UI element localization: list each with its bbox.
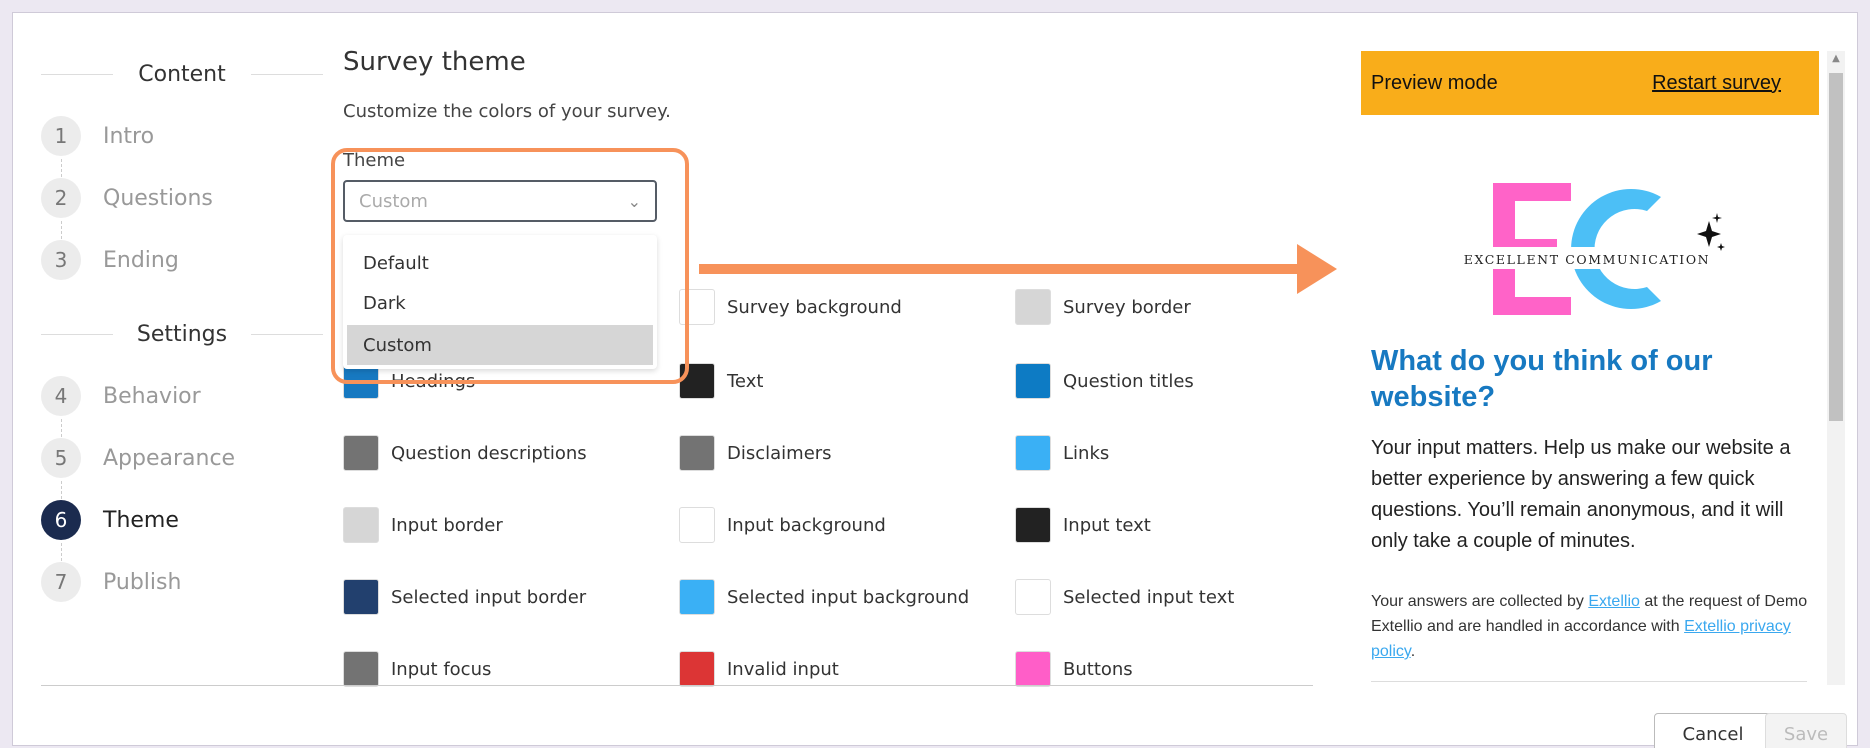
step-number: 1 (41, 116, 81, 156)
step-publish[interactable]: 7 Publish (41, 561, 181, 603)
color-swatch[interactable] (343, 579, 379, 615)
color-text[interactable]: Text (679, 363, 763, 399)
color-buttons[interactable]: Buttons (1015, 651, 1133, 687)
restart-survey-link[interactable]: Restart survey (1652, 72, 1809, 95)
color-swatch[interactable] (1015, 651, 1051, 687)
color-question-descriptions[interactable]: Question descriptions (343, 435, 587, 471)
step-label: Publish (103, 569, 182, 595)
color-label: Survey background (727, 296, 902, 318)
color-label: Links (1063, 442, 1110, 464)
step-behavior[interactable]: 4 Behavior (41, 375, 201, 417)
color-swatch[interactable] (1015, 435, 1051, 471)
color-question-titles[interactable]: Question titles (1015, 363, 1194, 399)
step-label: Ending (103, 247, 179, 273)
color-label: Question titles (1063, 370, 1194, 392)
step-label: Theme (103, 507, 179, 533)
theme-settings-window: Content 1 Intro 2 Questions 3 Ending Set… (12, 12, 1858, 748)
color-label: Input border (391, 514, 503, 536)
disclaimer-text: Your answers are collected by (1371, 593, 1589, 610)
scroll-up-icon[interactable]: ▲ (1827, 53, 1845, 64)
save-button[interactable]: Save (1765, 713, 1847, 748)
step-number: 5 (41, 438, 81, 478)
color-swatch[interactable] (343, 435, 379, 471)
arrow-right-icon (699, 244, 1337, 294)
color-label: Text (727, 370, 764, 392)
color-label: Survey border (1063, 296, 1191, 318)
color-swatch[interactable] (679, 435, 715, 471)
privacy-disclaimer: Your answers are collected by Extellio a… (1371, 589, 1811, 664)
content-heading-label: Content (138, 61, 226, 87)
step-label: Behavior (103, 383, 201, 409)
color-swatch[interactable] (1015, 507, 1051, 543)
step-label: Intro (103, 123, 155, 149)
preview-mode-label: Preview mode (1371, 71, 1498, 94)
step-number: 7 (41, 562, 81, 602)
step-questions[interactable]: 2 Questions (41, 177, 213, 219)
color-label: Invalid input (727, 658, 839, 680)
settings-section-heading: Settings (41, 319, 323, 349)
page-subtitle: Customize the colors of your survey. (343, 101, 671, 122)
settings-heading-label: Settings (136, 321, 228, 347)
color-disclaimers[interactable]: Disclaimers (679, 435, 832, 471)
step-label: Questions (103, 185, 213, 211)
color-selected-input-text[interactable]: Selected input text (1015, 579, 1234, 615)
step-appearance[interactable]: 5 Appearance (41, 437, 235, 479)
cancel-button[interactable]: Cancel (1654, 713, 1772, 748)
color-label: Input background (727, 514, 886, 536)
question-title: What do you think of our website? (1371, 345, 1713, 413)
color-swatch[interactable] (1015, 579, 1051, 615)
logo-text: EXCELLENT COMMUNICATION (1464, 252, 1710, 267)
step-connector (61, 221, 62, 239)
content-section-heading: Content (41, 59, 323, 89)
highlight-frame (331, 148, 689, 384)
step-connector (61, 543, 62, 561)
disclaimer-text: . (1410, 643, 1416, 660)
color-label: Question descriptions (391, 442, 587, 464)
color-label: Selected input background (727, 586, 970, 608)
color-input-text[interactable]: Input text (1015, 507, 1151, 543)
extellio-link[interactable]: Extellio (1588, 593, 1640, 610)
content-divider (41, 685, 1313, 686)
step-number: 6 (41, 500, 81, 540)
question-description: Your input matters. Help us make our web… (1371, 437, 1791, 552)
survey-preview: Preview mode Restart survey EXCELLENT CO… (1361, 51, 1827, 685)
preview-divider (1371, 681, 1807, 682)
color-links[interactable]: Links (1015, 435, 1109, 471)
color-label: Input focus (391, 658, 492, 680)
color-input-border[interactable]: Input border (343, 507, 503, 543)
color-swatch[interactable] (1015, 363, 1051, 399)
step-number: 4 (41, 376, 81, 416)
color-label: Buttons (1063, 658, 1133, 680)
color-label: Disclaimers (727, 442, 832, 464)
step-ending[interactable]: 3 Ending (41, 239, 179, 281)
page-title: Survey theme (343, 47, 526, 77)
preview-scrollbar[interactable]: ▲ (1827, 51, 1845, 685)
preview-mode-bar: Preview mode Restart survey (1361, 51, 1819, 115)
scrollbar-thumb[interactable] (1829, 73, 1843, 421)
color-input-background[interactable]: Input background (679, 507, 886, 543)
color-selected-input-background[interactable]: Selected input background (679, 579, 969, 615)
color-swatch[interactable] (679, 507, 715, 543)
color-label: Selected input text (1063, 586, 1235, 608)
step-connector (61, 159, 62, 177)
step-number: 3 (41, 240, 81, 280)
color-selected-input-border[interactable]: Selected input border (343, 579, 586, 615)
color-label: Input text (1063, 514, 1151, 536)
step-connector (61, 419, 62, 437)
logo: EXCELLENT COMMUNICATION (1461, 183, 1725, 315)
step-intro[interactable]: 1 Intro (41, 115, 154, 157)
step-theme[interactable]: 6 Theme (41, 499, 179, 541)
color-invalid-input[interactable]: Invalid input (679, 651, 839, 687)
color-swatch[interactable] (679, 651, 715, 687)
color-swatch[interactable] (343, 651, 379, 687)
color-swatch[interactable] (679, 579, 715, 615)
color-swatch[interactable] (343, 507, 379, 543)
step-connector (61, 481, 62, 499)
step-number: 2 (41, 178, 81, 218)
step-label: Appearance (103, 445, 236, 471)
color-label: Selected input border (391, 586, 587, 608)
color-input-focus[interactable]: Input focus (343, 651, 491, 687)
